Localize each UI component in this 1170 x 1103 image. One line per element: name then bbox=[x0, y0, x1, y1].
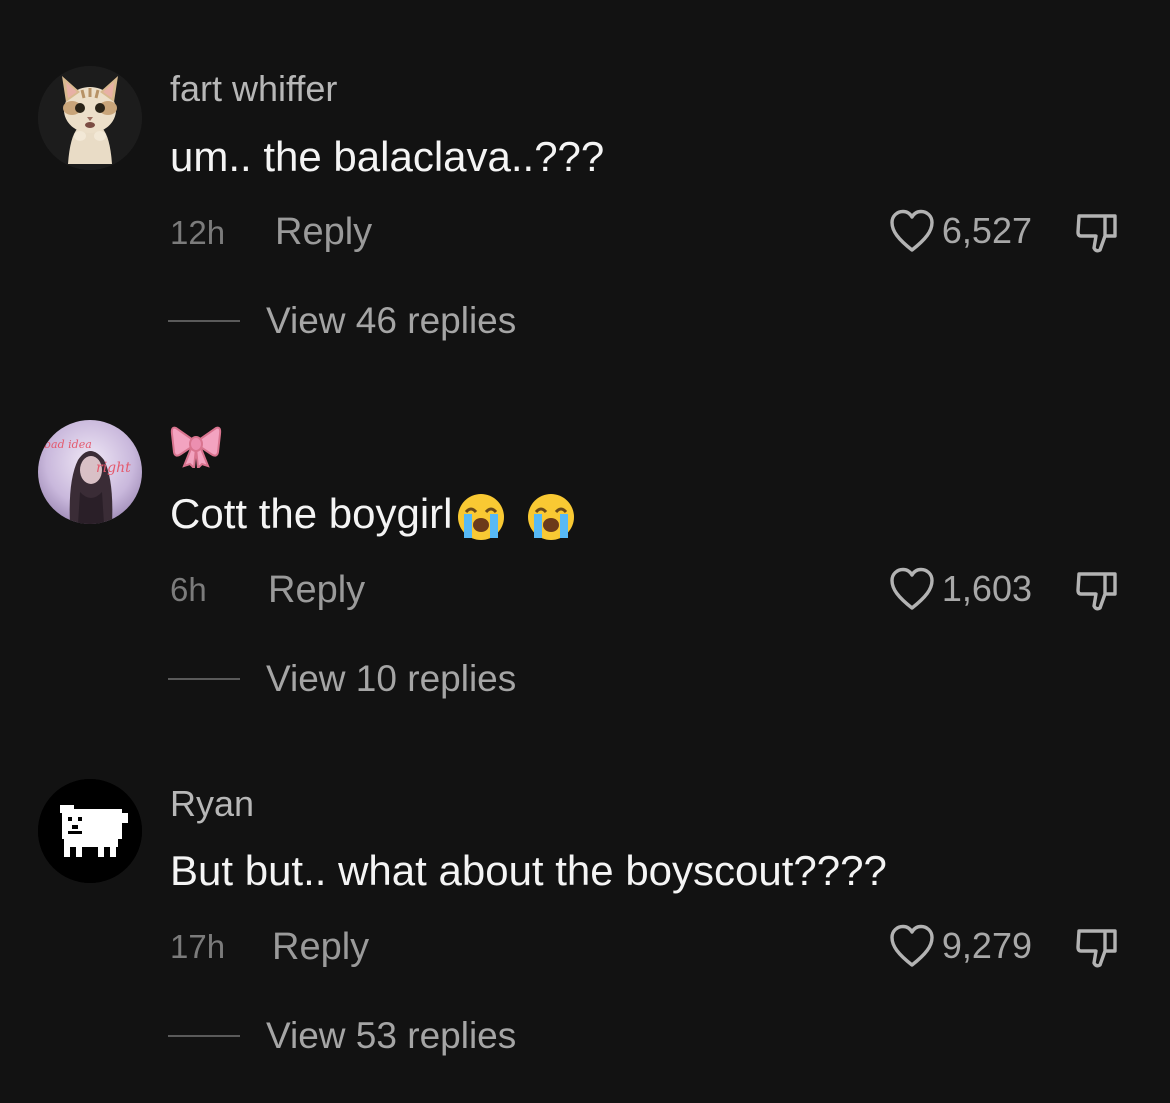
comment-text: Cott the boygirl bbox=[170, 490, 576, 542]
comment-item: fart whiffer um.. the balaclava..??? 12h… bbox=[0, 0, 1170, 342]
view-replies-label: View 10 replies bbox=[266, 658, 517, 699]
like-count: 1,603 bbox=[941, 568, 1032, 609]
comment-timestamp: 12h bbox=[170, 214, 226, 251]
username[interactable]: Ryan bbox=[170, 783, 254, 825]
view-replies-label: View 53 replies bbox=[266, 1015, 517, 1056]
like-button[interactable]: 6,527 bbox=[888, 208, 1032, 254]
like-button[interactable]: 9,279 bbox=[888, 923, 1032, 969]
like-button[interactable]: 1,603 bbox=[888, 566, 1032, 612]
reply-button[interactable]: Reply bbox=[275, 211, 372, 254]
replies-divider bbox=[168, 320, 240, 322]
pink-bow-icon bbox=[170, 426, 222, 471]
dislike-button[interactable] bbox=[1075, 210, 1121, 256]
thumbs-down-outline-icon bbox=[1076, 572, 1117, 611]
thumbs-down-outline-icon bbox=[1076, 929, 1117, 968]
like-count: 9,279 bbox=[941, 925, 1032, 966]
comment-timestamp: 17h bbox=[170, 928, 226, 965]
comment-item: bad idea right 🎀 Cott the boygirl bbox=[0, 356, 1170, 699]
view-replies-label: View 46 replies bbox=[266, 300, 517, 341]
reply-button[interactable]: Reply bbox=[272, 926, 369, 969]
dislike-button[interactable] bbox=[1075, 568, 1121, 614]
replies-divider bbox=[168, 678, 240, 680]
view-replies-button[interactable]: View 53 replies bbox=[168, 1015, 516, 1057]
like-count: 6,527 bbox=[941, 210, 1032, 251]
heart-outline-icon bbox=[890, 567, 934, 610]
replies-divider bbox=[168, 1035, 240, 1037]
svg-text:right: right bbox=[96, 460, 131, 476]
reply-button[interactable]: Reply bbox=[268, 569, 365, 612]
view-replies-button[interactable]: View 46 replies bbox=[168, 300, 516, 342]
comment-timestamp: 6h bbox=[170, 571, 207, 608]
comment-item: Ryan But but.. what about the boyscout??… bbox=[0, 713, 1170, 1056]
loudly-crying-face-icon bbox=[458, 493, 505, 540]
comment-text: um.. the balaclava..??? bbox=[170, 133, 605, 180]
avatar[interactable] bbox=[38, 66, 142, 170]
heart-outline-icon bbox=[890, 924, 934, 967]
comment-text: But but.. what about the boyscout???? bbox=[170, 847, 887, 894]
username[interactable]: 🎀 bbox=[170, 422, 222, 477]
pixel-dog-avatar-icon bbox=[38, 779, 142, 883]
cat-avatar-icon bbox=[38, 66, 142, 170]
loudly-crying-face-icon bbox=[528, 493, 575, 540]
girl-photo-avatar-icon: bad idea right bbox=[38, 420, 142, 524]
username[interactable]: fart whiffer bbox=[170, 68, 337, 110]
avatar[interactable]: bad idea right bbox=[38, 420, 142, 524]
view-replies-button[interactable]: View 10 replies bbox=[168, 658, 516, 700]
heart-outline-icon bbox=[890, 209, 934, 252]
thumbs-down-outline-icon bbox=[1076, 214, 1117, 253]
svg-text:bad idea: bad idea bbox=[44, 438, 92, 451]
avatar[interactable] bbox=[38, 779, 142, 883]
comment-text-body: Cott the boygirl bbox=[170, 490, 453, 537]
dislike-button[interactable] bbox=[1075, 925, 1121, 971]
